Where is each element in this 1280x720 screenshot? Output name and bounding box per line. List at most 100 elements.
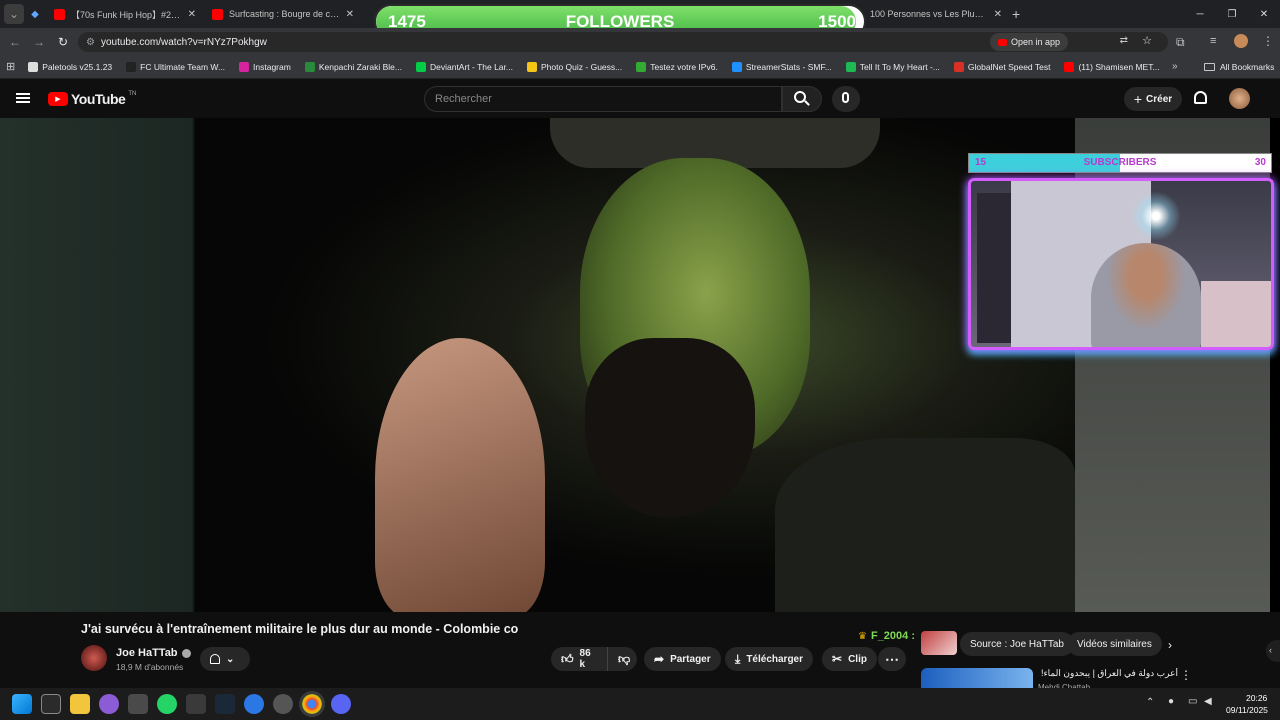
media-controls-icon[interactable]: ≡ xyxy=(1210,35,1216,47)
bookmark-favicon-icon xyxy=(28,61,39,72)
snipping-tool-icon[interactable] xyxy=(128,694,148,714)
bookmark-item[interactable]: Photo Quiz - Guess... xyxy=(520,61,629,72)
search-button[interactable] xyxy=(782,86,822,112)
search-input[interactable]: Rechercher xyxy=(424,86,782,112)
bookmark-item[interactable]: Instagram xyxy=(232,61,298,72)
bookmark-favicon-icon xyxy=(239,61,250,72)
notifications-bell-icon[interactable] xyxy=(1194,91,1207,104)
app-circle-icon[interactable] xyxy=(99,694,119,714)
hamburger-menu-icon[interactable] xyxy=(16,93,30,103)
bookmark-item[interactable]: Kenpachi Zaraki Ble... xyxy=(298,61,409,72)
profile-avatar[interactable] xyxy=(1234,34,1248,48)
dislike-button[interactable]: 👎︎ xyxy=(607,647,637,671)
bookmark-item[interactable]: Tell It To My Heart -... xyxy=(839,61,947,72)
chip-similar-videos[interactable]: Vidéos similaires xyxy=(1067,632,1162,656)
like-button[interactable]: 👍︎ 86 k xyxy=(551,647,607,671)
more-actions-button[interactable]: ⋯ xyxy=(878,647,906,671)
github-icon[interactable] xyxy=(186,694,206,714)
task-view-icon[interactable] xyxy=(41,694,61,714)
volume-icon[interactable]: ◀ xyxy=(1204,696,1212,707)
recommendation-menu-icon[interactable]: ⋮ xyxy=(1180,668,1192,682)
clip-button[interactable]: ✂ Clip xyxy=(822,647,877,671)
bookmark-favicon-icon xyxy=(953,61,964,72)
bookmark-item[interactable]: Testez votre IPv6. xyxy=(629,61,725,72)
bookmark-favicon-icon xyxy=(731,61,742,72)
youtube-small-icon xyxy=(997,38,1007,46)
subscribers-goal: 30 xyxy=(1254,157,1266,168)
tab-2[interactable]: 100 Personnes vs Les Plus Gros ✕ xyxy=(862,0,1010,28)
apps-grid-icon[interactable]: ⊞ xyxy=(6,60,15,73)
download-label: Télécharger xyxy=(746,653,804,665)
site-info-icon[interactable]: ⚙ xyxy=(86,37,95,48)
share-arrow-icon: ➦ xyxy=(654,652,665,666)
extensions-icon[interactable]: ⧉ xyxy=(1176,35,1185,50)
bookmark-item[interactable]: GlobalNet Speed Test xyxy=(947,61,1058,72)
tab-0[interactable]: 【70s Funk Hip Hop】#26 Classic ✕ xyxy=(46,0,204,28)
bookmark-item[interactable]: (11) Shamisen MET... xyxy=(1057,61,1166,72)
whatsapp-icon[interactable] xyxy=(157,694,177,714)
clock-date[interactable]: 09/11/2025 xyxy=(1226,705,1268,715)
maximize-icon[interactable]: ❐ xyxy=(1216,0,1248,28)
bookmark-item[interactable]: DeviantArt - The Lar... xyxy=(409,61,520,72)
bookmark-item[interactable]: FC Ultimate Team W... xyxy=(119,61,232,72)
bookmark-item[interactable]: StreamerStats - SMF... xyxy=(725,61,839,72)
channel-avatar[interactable] xyxy=(81,645,107,671)
windows-start-icon[interactable] xyxy=(12,694,32,714)
user-avatar[interactable] xyxy=(1229,88,1250,109)
chrome-icon[interactable] xyxy=(299,691,325,717)
recommendation-thumbnail[interactable] xyxy=(921,668,1033,688)
tray-chevron-icon[interactable]: ⌃ xyxy=(1146,697,1154,708)
minimize-icon[interactable]: ─ xyxy=(1184,0,1216,28)
crown-icon: ♛ xyxy=(858,630,867,642)
steam-icon[interactable] xyxy=(215,694,235,714)
bookmark-item[interactable]: Paletools v25.1.23 xyxy=(21,61,119,72)
network-icon[interactable]: ▭ xyxy=(1188,696,1197,707)
omnibox[interactable]: ⚙ youtube.com/watch?v=rNYz7Pokhgw Open i… xyxy=(78,32,1168,52)
reload-icon[interactable]: ↻ xyxy=(51,30,75,54)
chrome-menu-icon[interactable]: ⋮ xyxy=(1262,34,1274,48)
tab-1[interactable]: Surfcasting : Bougre de congre ✕ xyxy=(204,0,362,28)
discord-icon[interactable] xyxy=(331,694,351,714)
recommendation-title[interactable]: أعرب دولة في العراق | يبحدون الماء! xyxy=(1038,668,1178,679)
chip-thumbnail[interactable] xyxy=(921,631,957,655)
close-tab-icon[interactable]: ✕ xyxy=(346,9,354,20)
new-tab-button[interactable]: + xyxy=(1012,6,1020,22)
obs-icon[interactable] xyxy=(273,694,293,714)
bookmark-list: Paletools v25.1.23 FC Ultimate Team W... I… xyxy=(21,61,1166,72)
video-player[interactable] xyxy=(195,118,1075,612)
file-explorer-icon[interactable] xyxy=(70,694,90,714)
bookmark-label: (11) Shamisen MET... xyxy=(1078,61,1160,72)
close-tab-icon[interactable]: ✕ xyxy=(188,9,196,20)
webcam-overlay xyxy=(968,178,1274,350)
back-icon[interactable]: ← xyxy=(3,30,27,54)
voice-search-button[interactable] xyxy=(832,86,860,112)
country-code: TN xyxy=(128,91,137,97)
download-button[interactable]: ⤓ Télécharger xyxy=(725,647,814,671)
scissors-icon: ✂ xyxy=(832,652,843,666)
forward-icon[interactable]: → xyxy=(27,30,51,54)
all-bookmarks-label[interactable]: All Bookmarks xyxy=(1220,62,1274,72)
chips-next-icon[interactable]: › xyxy=(1168,638,1172,652)
close-window-icon[interactable]: ✕ xyxy=(1248,0,1280,28)
youtube-logo[interactable]: ▶ YouTube TN xyxy=(48,91,136,107)
microphone-tray-icon[interactable]: ● xyxy=(1168,696,1174,707)
open-in-app-button[interactable]: Open in app xyxy=(989,33,1068,51)
close-tab-icon[interactable]: ✕ xyxy=(994,9,1002,20)
tab-title: 100 Personnes vs Les Plus Gros xyxy=(870,9,988,19)
battlenet-icon[interactable] xyxy=(244,694,264,714)
subscription-bell-button[interactable]: ⌄ xyxy=(200,647,250,671)
chip-source[interactable]: Source : Joe HaTTab xyxy=(960,632,1074,656)
bookmarks-overflow-icon[interactable]: » xyxy=(1172,61,1178,72)
share-button[interactable]: ➦ Partager xyxy=(644,647,721,671)
translate-icon[interactable]: ⇄ xyxy=(1120,35,1128,46)
chat-side-toggle-icon[interactable]: ‹ xyxy=(1266,640,1280,662)
tab-search-button[interactable]: ⌄ xyxy=(4,4,24,24)
webcam-person xyxy=(1091,243,1201,347)
bookmark-label: Kenpachi Zaraki Ble... xyxy=(318,61,402,72)
like-count: 86 k xyxy=(579,648,591,670)
create-button[interactable]: + Créer xyxy=(1124,87,1182,111)
clock-time[interactable]: 20:26 xyxy=(1246,693,1267,703)
bookmark-star-icon[interactable]: ☆ xyxy=(1142,34,1152,47)
pinned-tab[interactable]: ◆ xyxy=(24,0,46,28)
channel-name[interactable]: Joe HaTTab xyxy=(116,647,191,659)
